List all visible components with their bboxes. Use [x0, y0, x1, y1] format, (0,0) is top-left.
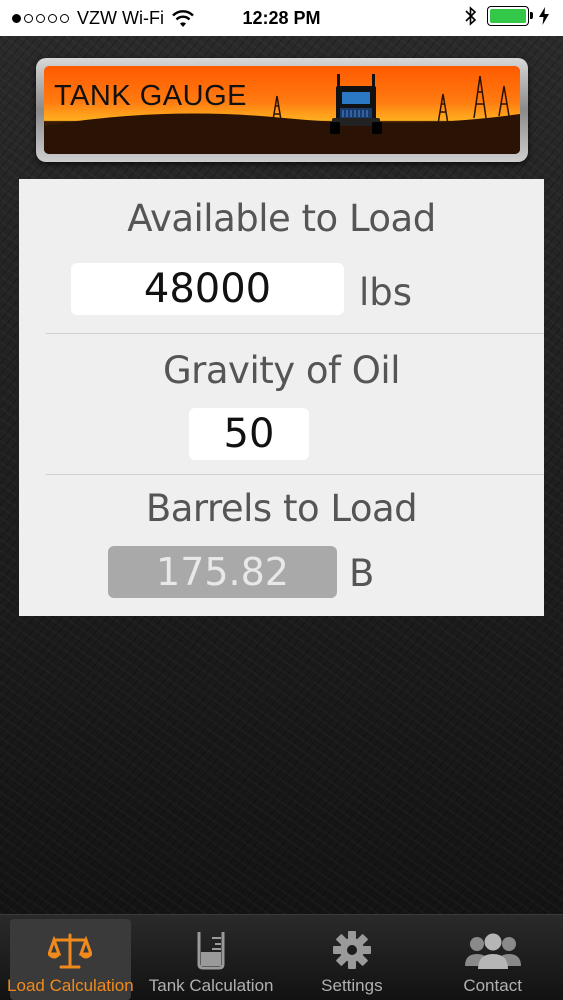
scale-icon	[48, 933, 93, 969]
barrels-unit-label: B	[349, 552, 375, 595]
tab-tank-calculation[interactable]: Tank Calculation	[141, 915, 282, 1000]
gravity-of-oil-label: Gravity of Oil	[162, 349, 401, 392]
contacts-icon	[464, 933, 521, 969]
divider	[46, 333, 544, 334]
tab-label: Contact	[463, 976, 522, 995]
tab-contact[interactable]: Contact	[422, 915, 563, 1000]
barrels-to-load-output: 175.82	[108, 546, 337, 598]
tab-bar: Load Calculation Tank Calculation Settin…	[0, 914, 563, 1000]
tab-label: Settings	[321, 976, 383, 995]
available-to-load-label: Available to Load	[127, 197, 436, 240]
tab-load-calculation[interactable]: Load Calculation	[0, 915, 141, 1000]
gear-icon	[332, 931, 371, 969]
battery-icon	[487, 6, 533, 26]
tab-label: Load Calculation	[7, 976, 134, 995]
banner-title: TANK GAUGE	[54, 80, 247, 112]
beaker-icon	[197, 932, 225, 970]
gravity-of-oil-input[interactable]: 50	[189, 408, 309, 460]
available-unit-label: lbs	[359, 271, 413, 314]
bluetooth-icon	[465, 6, 477, 26]
charging-icon	[539, 7, 549, 25]
banner: TANK GAUGE	[44, 66, 520, 154]
load-calculation-panel: Available to Load 48000 lbs Gravity of O…	[19, 179, 544, 616]
tab-label: Tank Calculation	[148, 976, 274, 995]
tab-settings[interactable]: Settings	[282, 915, 423, 1000]
status-right	[465, 6, 549, 26]
banner-frame: TANK GAUGE	[36, 58, 528, 162]
status-bar: VZW Wi-Fi 12:28 PM	[0, 0, 563, 36]
barrels-to-load-label: Barrels to Load	[145, 487, 418, 530]
divider	[46, 474, 544, 475]
available-to-load-input[interactable]: 48000	[71, 263, 344, 315]
